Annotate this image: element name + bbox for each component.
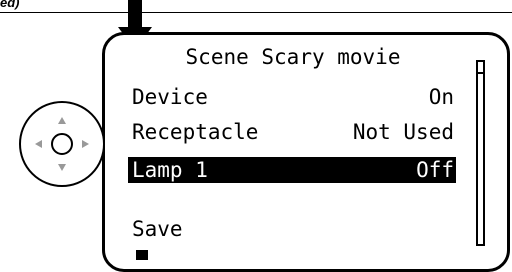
scrollbar-thumb[interactable] xyxy=(478,62,483,74)
menu-row-label: Device xyxy=(132,85,208,109)
triangle-up-icon[interactable] xyxy=(58,117,66,124)
menu-row-value: On xyxy=(428,85,454,109)
triangle-left-icon[interactable] xyxy=(35,140,42,148)
screen-title: Scene Scary movie xyxy=(185,45,401,69)
save-label: Save xyxy=(132,217,183,241)
menu-row-receptacle[interactable]: Receptacle Not Used xyxy=(128,119,456,145)
triangle-down-icon[interactable] xyxy=(58,164,66,171)
select-button[interactable] xyxy=(51,133,73,155)
menu-row-lamp-1[interactable]: Lamp 1 Off xyxy=(128,157,456,183)
triangle-right-icon[interactable] xyxy=(82,140,89,148)
menu-row-save[interactable]: Save xyxy=(128,216,456,242)
menu-row-value: Not Used xyxy=(352,120,454,144)
text-cursor xyxy=(136,250,148,260)
navigation-dpad-icon xyxy=(35,117,89,171)
scrollbar[interactable] xyxy=(476,60,485,246)
menu-row-device[interactable]: Device On xyxy=(128,84,456,110)
menu-row-value: Off xyxy=(416,158,454,182)
menu-row-label: Receptacle xyxy=(132,120,259,144)
navigation-dpad[interactable] xyxy=(19,101,105,187)
menu-row-label: Lamp 1 xyxy=(132,158,208,182)
